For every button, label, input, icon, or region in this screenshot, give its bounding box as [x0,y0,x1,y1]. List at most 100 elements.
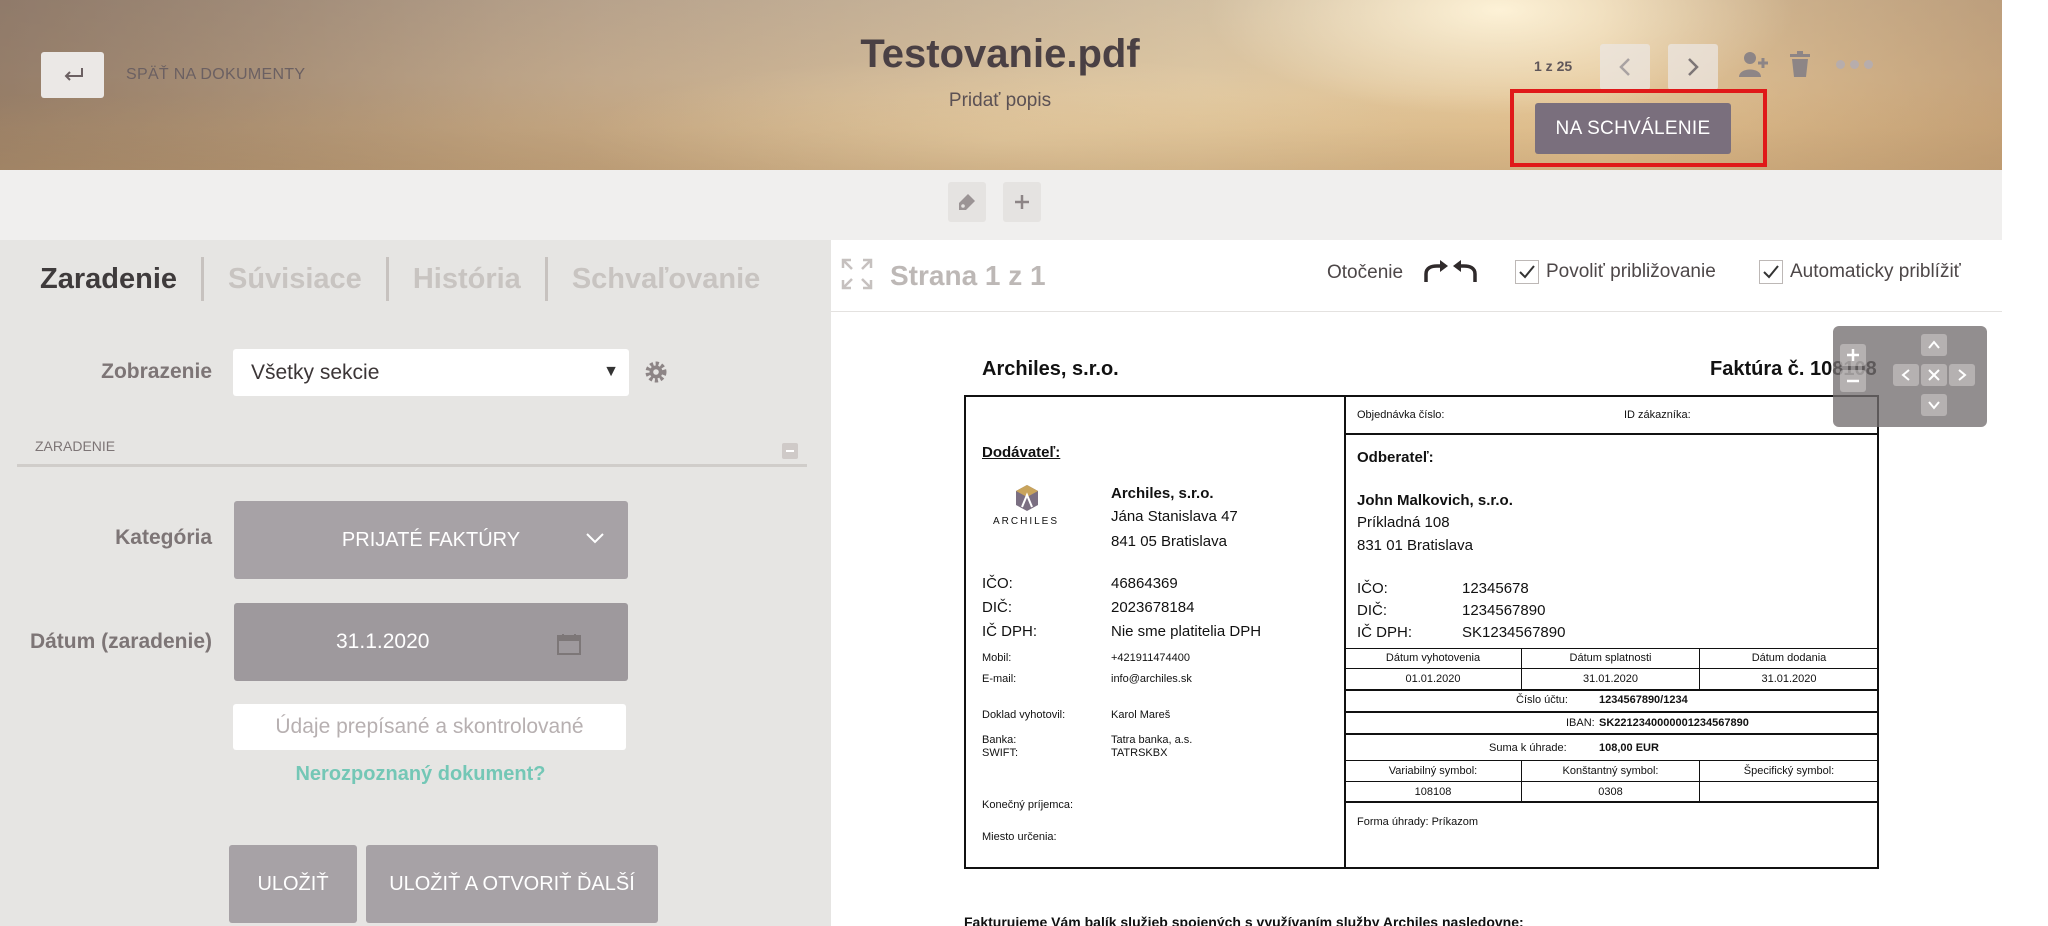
classification-panel [0,240,831,926]
next-document-button[interactable] [1668,44,1718,90]
save-and-open-next-button[interactable]: ULOŽIŤ A OTVORIŤ ĎALŠÍ [366,845,658,923]
pan-up-button[interactable] [1921,334,1947,356]
buyer-ico: 12345678 [1462,580,1529,597]
date-issue-value: 01.01.2020 [1405,673,1461,685]
grid-line [1344,760,1879,761]
section-title: ZARADENIE [35,438,116,454]
section-divider [17,464,807,467]
pan-left-button[interactable] [1893,364,1919,386]
grid-line [1344,801,1879,803]
add-description-link[interactable]: Pridať popis [800,90,1200,112]
calendar-icon [557,634,581,655]
grid-line [1344,711,1879,713]
zoom-in-button[interactable] [1840,344,1866,366]
tab-suvisiace[interactable]: Súvisiace [204,263,386,296]
chevron-up-icon [1928,340,1940,349]
customer-id-label: ID zákazníka: [1624,409,1691,421]
auto-zoom-checkbox[interactable]: Automaticky priblížiť [1759,260,1961,284]
pan-right-button[interactable] [1949,364,1975,386]
chevron-down-icon [1928,401,1940,410]
collapse-section-icon[interactable] [782,443,798,459]
dropdown-caret-icon: ▼ [603,363,619,380]
amount-value: 108,00 EUR [1599,742,1659,754]
save-button[interactable]: ULOŽIŤ [229,845,357,923]
category-dropdown[interactable]: PRIJATÉ FAKTÚRY [234,501,628,579]
grid-line [1344,689,1879,691]
close-icon [1928,369,1940,381]
zoom-out-button[interactable] [1840,370,1866,392]
invoice-footer-text: Fakturujeme Vám balík služieb spojených … [964,914,1524,926]
buyer-street: Príkladná 108 [1357,514,1450,531]
swift-value: TATRSKBX [1111,747,1168,759]
final-recipient-label: Konečný príjemca: [982,799,1074,811]
view-select-value: Všetky sekcie [251,360,380,384]
const-symbol-label: Konštantný symbol: [1562,765,1659,777]
email-label: E-mail: [982,673,1017,685]
supplier-name: Archiles, s.r.o. [1111,485,1214,502]
buyer-label: Odberateľ: [1357,449,1434,466]
tag-button[interactable] [948,182,986,222]
auto-zoom-label: Automaticky priblížiť [1790,261,1961,282]
supplier-dic: 2023678184 [1111,599,1195,616]
logo-text: ARCHILES [993,516,1060,527]
checkmark-icon [1763,265,1779,279]
view-label: Zobrazenie [101,360,212,383]
zoom-pan-controls [1833,326,1987,427]
document-counter: 1 z 25 [1534,58,1573,74]
date-picker[interactable]: 31.1.2020 [234,603,628,681]
tab-historia[interactable]: História [389,263,545,296]
buyer-icdph-label: IČ DPH: [1357,624,1413,641]
rotate-left-icon[interactable] [1452,260,1478,284]
tab-zaradenie[interactable]: Zaradenie [40,263,201,296]
grid-line [1344,648,1879,649]
chevron-left-icon [1901,369,1910,381]
page-indicator: Strana 1 z 1 [890,260,1046,291]
email-value: info@archiles.sk [1111,673,1192,685]
unrecognized-document-link[interactable]: Nerozpoznaný dokument? [233,763,608,786]
buyer-dic-label: DIČ: [1357,602,1387,619]
reset-view-button[interactable] [1921,364,1947,386]
verified-toggle[interactable]: Údaje prepísané a skontrolované [233,704,626,750]
fullscreen-icon[interactable] [841,258,873,290]
send-for-approval-button[interactable]: NA SCHVÁLENIE [1535,103,1731,154]
account-label: Číslo účtu: [1516,694,1568,706]
mobile-value: +421911474400 [1111,652,1191,664]
date-issue-label: Dátum vyhotovenia [1385,652,1481,664]
back-to-documents-label[interactable]: SPÄŤ NA DOKUMENTY [126,66,305,84]
invoice-company: Archiles, s.r.o. [982,358,1119,380]
grid-line [1344,781,1879,782]
tab-schvalovanie[interactable]: Schvaľovanie [548,263,785,296]
view-select[interactable]: Všetky sekcie ▼ [233,349,629,396]
date-delivery-value: 31.01.2020 [1761,673,1817,685]
pan-down-button[interactable] [1921,394,1947,416]
supplier-ico: 46864369 [1111,575,1178,592]
gear-icon[interactable] [644,360,668,384]
trash-icon[interactable] [1789,50,1811,78]
category-label: Kategória [115,526,212,549]
iban-label: IBAN: [1566,717,1595,729]
account-value: 1234567890/1234 [1599,694,1688,706]
date-delivery-label: Dátum dodania [1751,652,1827,664]
var-symbol-value: 108108 [1414,786,1452,798]
payment-method: Forma úhrady: Príkazom [1357,816,1479,828]
app-root: SPÄŤ NA DOKUMENTY Testovanie.pdf Pridať … [0,0,2048,926]
supplier-label: Dodávateľ: [982,444,1061,461]
add-tag-button[interactable] [1003,182,1041,222]
checkmark-icon [1519,265,1535,279]
more-options-icon[interactable] [1836,60,1873,69]
add-user-icon[interactable] [1738,50,1768,78]
mobile-label: Mobil: [982,652,1012,664]
swift-label: SWIFT: [982,747,1019,759]
date-due-label: Dátum splatnosti [1569,652,1652,664]
allow-zoom-checkbox[interactable]: Povoliť približovanie [1515,260,1716,284]
rotate-right-icon[interactable] [1423,260,1449,284]
buyer-ico-label: IČO: [1357,580,1388,597]
grid-line [1344,733,1879,735]
back-button[interactable] [41,52,104,98]
buyer-dic: 1234567890 [1462,602,1546,619]
date-value: 31.1.2020 [336,630,430,653]
chevron-right-icon [1688,58,1699,76]
chevron-right-icon [1958,369,1967,381]
supplier-street: Jána Stanislava 47 [1111,508,1238,525]
prev-document-button[interactable] [1600,44,1650,90]
